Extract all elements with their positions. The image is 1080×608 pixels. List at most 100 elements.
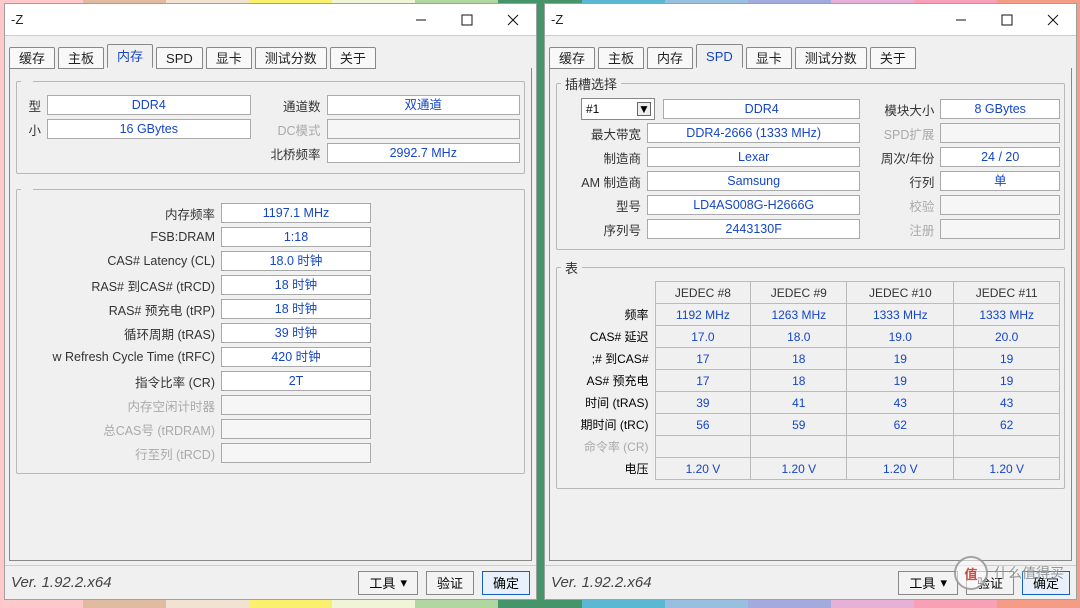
memory-nbfreq: 2992.7 MHz [327,143,520,163]
cell: 56 [655,414,751,436]
titlebar[interactable]: -Z [545,4,1076,36]
ok-button[interactable]: 确定 [482,571,530,595]
cell [954,436,1060,458]
cell: 43 [954,392,1060,414]
spd-value [940,123,1060,143]
cell: 19 [954,370,1060,392]
tools-button[interactable]: 工具▾ [898,571,958,595]
tab-about[interactable]: 关于 [330,47,376,69]
spd-value: LD4AS008G-H2666G [647,195,860,215]
verify-button[interactable]: 验证 [426,571,474,595]
cell: 19.0 [847,326,954,348]
tab-mainboard[interactable]: 主板 [58,47,104,69]
field-label: w Refresh Cycle Time (tRFC) [21,350,221,364]
cell: 1.20 V [847,458,954,480]
group-legend: 插槽选择 [561,74,621,93]
tab-cache[interactable]: 缓存 [9,47,55,69]
field-label: 循环周期 (tRAS) [21,324,221,343]
timing-value: 18.0 时钟 [221,251,371,271]
timing-value: 420 时钟 [221,347,371,367]
close-button[interactable] [490,4,536,35]
spd-value: 8 GBytes [940,99,1060,119]
tools-button[interactable]: 工具▾ [358,571,418,595]
watermark: 值 什么值得买 [954,556,1064,590]
tabstrip: 缓存 主板 内存 SPD 显卡 测试分数 关于 [9,42,532,68]
timing-value: 18 时钟 [221,299,371,319]
timing-value: 1197.1 MHz [221,203,371,223]
spd-value [940,219,1060,239]
spd-value [940,195,1060,215]
cell: 1263 MHz [751,304,847,326]
row-label: 频率 [561,304,655,326]
cell: 19 [847,348,954,370]
cell: 17 [655,370,751,392]
watermark-text: 什么值得买 [994,563,1064,583]
tab-about[interactable]: 关于 [870,47,916,69]
minimize-button[interactable] [398,4,444,35]
cell: 1.20 V [751,458,847,480]
tab-memory[interactable]: 内存 [647,47,693,69]
cell: 62 [847,414,954,436]
field-label: 序列号 [561,220,647,239]
cell: 20.0 [954,326,1060,348]
cell: 1.20 V [655,458,751,480]
spd-timings-group: 表 JEDEC #8JEDEC #9JEDEC #10JEDEC #11频率11… [556,258,1065,489]
maximize-button[interactable] [444,4,490,35]
cell: 39 [655,392,751,414]
slot-dropdown[interactable]: #1 ▼ [581,98,655,120]
cell: 1333 MHz [954,304,1060,326]
field-label: 模块大小 [866,100,940,119]
tab-graphics[interactable]: 显卡 [206,47,252,69]
tab-spd[interactable]: SPD [696,44,743,68]
timing-value: 1:18 [221,227,371,247]
titlebar[interactable]: -Z [5,4,536,36]
row-label: 电压 [561,458,655,480]
maximize-button[interactable] [984,4,1030,35]
memory-timings-group: 内存频率1197.1 MHzFSB:DRAM1:18CAS# Latency (… [16,182,525,474]
spd-type: DDR4 [663,99,860,119]
tab-bench[interactable]: 测试分数 [255,47,327,69]
row-label: 命令率 (CR) [561,436,655,458]
cell: 19 [954,348,1060,370]
cell: 41 [751,392,847,414]
tab-memory[interactable]: 内存 [107,44,153,68]
row-label: 期时间 (tRC) [561,414,655,436]
cell: 19 [847,370,954,392]
chevron-down-icon: ▼ [637,102,651,116]
field-label: 内存空闲计时器 [21,396,221,415]
cell: 1192 MHz [655,304,751,326]
memory-general-group: 型DDR4 小16 GBytes 通道数双通道 DC模式 北桥频率2992.7 … [16,74,525,174]
spd-value: Samsung [647,171,860,191]
group-legend: 表 [561,258,582,277]
tab-spd[interactable]: SPD [156,47,203,69]
field-label: RAS# 到CAS# (tRCD) [21,276,221,295]
field-label: 小 [21,120,47,139]
spd-value: Lexar [647,147,860,167]
table-header: JEDEC #11 [954,282,1060,304]
close-button[interactable] [1030,4,1076,35]
tab-mainboard[interactable]: 主板 [598,47,644,69]
version: Ver. 1.92.2.x64 [11,574,118,591]
field-label: 总CAS号 (tRDRAM) [21,420,221,439]
cell [751,436,847,458]
field-label: DC模式 [257,120,327,139]
field-label: CAS# Latency (CL) [21,254,221,268]
memory-channels: 双通道 [327,95,520,115]
field-label: 最大带宽 [561,124,647,143]
tab-bench[interactable]: 测试分数 [795,47,867,69]
tab-graphics[interactable]: 显卡 [746,47,792,69]
spd-value: 单 [940,171,1060,191]
window-title: -Z [5,12,398,27]
timing-value: 2T [221,371,371,391]
cell [655,436,751,458]
tab-cache[interactable]: 缓存 [549,47,595,69]
spd-slot-group: 插槽选择 #1 ▼ DDR4 最大带宽DDR4-2666 [556,74,1065,250]
cell: 59 [751,414,847,436]
table-header: JEDEC #10 [847,282,954,304]
table-header: JEDEC #8 [655,282,751,304]
cpuz-window-memory: -Z 缓存 主板 内存 SPD 显卡 测试分数 关于 型DD [4,3,537,600]
minimize-button[interactable] [938,4,984,35]
spd-timings-table: JEDEC #8JEDEC #9JEDEC #10JEDEC #11频率1192… [561,281,1060,480]
field-label: 通道数 [257,96,327,115]
memory-size: 16 GBytes [47,119,251,139]
